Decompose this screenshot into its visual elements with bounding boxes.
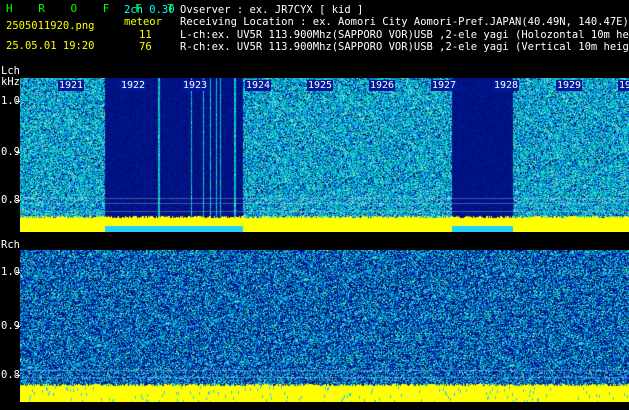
time-tick-1930: 1930 xyxy=(618,80,629,91)
time-tick-1929: 1929 xyxy=(556,80,583,91)
app-version: 2ch 0.30 xyxy=(124,4,175,16)
rch-receiver-info: R-ch:ex. UV5R 113.900Mhz(SAPPORO VOR)USB… xyxy=(180,41,629,53)
rch-meteor-count: 76 xyxy=(139,41,152,53)
location-info: Receiving Location : ex. Aomori City Aom… xyxy=(180,16,629,28)
observer-info: Ovserver : ex. JR7CYX [ kid ] xyxy=(180,4,364,16)
lch-receiver-info: L-ch:ex. UV5R 113.900Mhz(SAPPORO VOR)USB… xyxy=(180,29,629,41)
rch-label: Rch xyxy=(1,239,20,251)
lch-spectrogram xyxy=(20,78,629,232)
lch-unit-label: kHz xyxy=(1,76,20,88)
time-tick-1924: 1924 xyxy=(245,80,272,91)
meteor-count-label: meteor xyxy=(124,16,162,28)
time-tick-1921: 1921 xyxy=(58,80,85,91)
datetime: 25.05.01 19:20 xyxy=(6,40,95,52)
time-tick-1927: 1927 xyxy=(431,80,458,91)
lch-meteor-count: 11 xyxy=(139,29,152,41)
time-tick-1928: 1928 xyxy=(493,80,520,91)
time-tick-1925: 1925 xyxy=(307,80,334,91)
time-tick-1923: 1923 xyxy=(182,80,209,91)
rch-spectrogram xyxy=(20,250,629,402)
filename: 2505011920.png xyxy=(6,20,95,32)
time-tick-1922: 1922 xyxy=(120,80,147,91)
time-tick-1926: 1926 xyxy=(369,80,396,91)
